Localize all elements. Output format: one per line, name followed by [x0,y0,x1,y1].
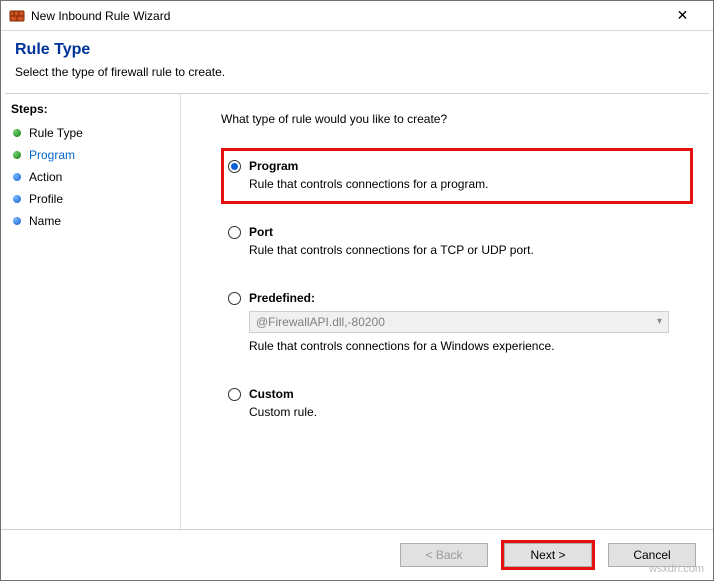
close-button[interactable]: ✕ [660,2,705,30]
step-label: Rule Type [29,126,83,140]
option-port-desc: Rule that controls connections for a TCP… [249,243,682,257]
step-name[interactable]: Name [11,210,170,232]
radio-program[interactable] [228,160,241,173]
step-program[interactable]: Program [11,144,170,166]
step-action[interactable]: Action [11,166,170,188]
page-title: Rule Type [15,41,699,59]
option-custom-desc: Custom rule. [249,405,682,419]
option-program-desc: Rule that controls connections for a pro… [249,177,682,191]
steps-heading: Steps: [11,102,170,116]
bullet-icon [13,217,21,225]
wizard-header: Rule Type Select the type of firewall ru… [1,31,713,89]
window-title: New Inbound Rule Wizard [31,9,660,23]
wizard-body: Steps: Rule Type Program Action Profile … [1,94,713,529]
option-custom-label: Custom [249,387,294,401]
step-label: Name [29,214,61,228]
page-subtitle: Select the type of firewall rule to crea… [15,65,699,79]
bullet-icon [13,195,21,203]
bullet-icon [13,151,21,159]
option-port-label: Port [249,225,273,239]
question-text: What type of rule would you like to crea… [221,112,693,126]
radio-predefined[interactable] [228,292,241,305]
radio-port[interactable] [228,226,241,239]
watermark: wsxdn.com [649,563,704,575]
steps-sidebar: Steps: Rule Type Program Action Profile … [1,94,181,529]
bullet-icon [13,129,21,137]
option-program[interactable]: Program Rule that controls connections f… [221,148,693,204]
main-panel: What type of rule would you like to crea… [181,94,713,529]
step-label: Action [29,170,62,184]
option-predefined[interactable]: Predefined: @FirewallAPI.dll,-80200 ▾ Ru… [221,280,693,366]
titlebar[interactable]: New Inbound Rule Wizard ✕ [1,1,713,31]
bullet-icon [13,173,21,181]
option-predefined-label: Predefined: [249,291,315,305]
step-rule-type[interactable]: Rule Type [11,122,170,144]
predefined-combo-value: @FirewallAPI.dll,-80200 [256,315,385,329]
option-predefined-desc: Rule that controls connections for a Win… [249,339,682,353]
step-label: Program [29,148,75,162]
radio-custom[interactable] [228,388,241,401]
wizard-window: New Inbound Rule Wizard ✕ Rule Type Sele… [0,0,714,581]
step-profile[interactable]: Profile [11,188,170,210]
option-port[interactable]: Port Rule that controls connections for … [221,214,693,270]
option-custom[interactable]: Custom Custom rule. [221,376,693,432]
firewall-icon [9,8,25,24]
next-button[interactable]: Next > [504,543,592,567]
chevron-down-icon: ▾ [657,316,662,327]
predefined-combo[interactable]: @FirewallAPI.dll,-80200 ▾ [249,311,669,333]
back-button: < Back [400,543,488,567]
option-program-label: Program [249,159,298,173]
wizard-footer: < Back Next > Cancel [1,529,713,580]
step-label: Profile [29,192,63,206]
